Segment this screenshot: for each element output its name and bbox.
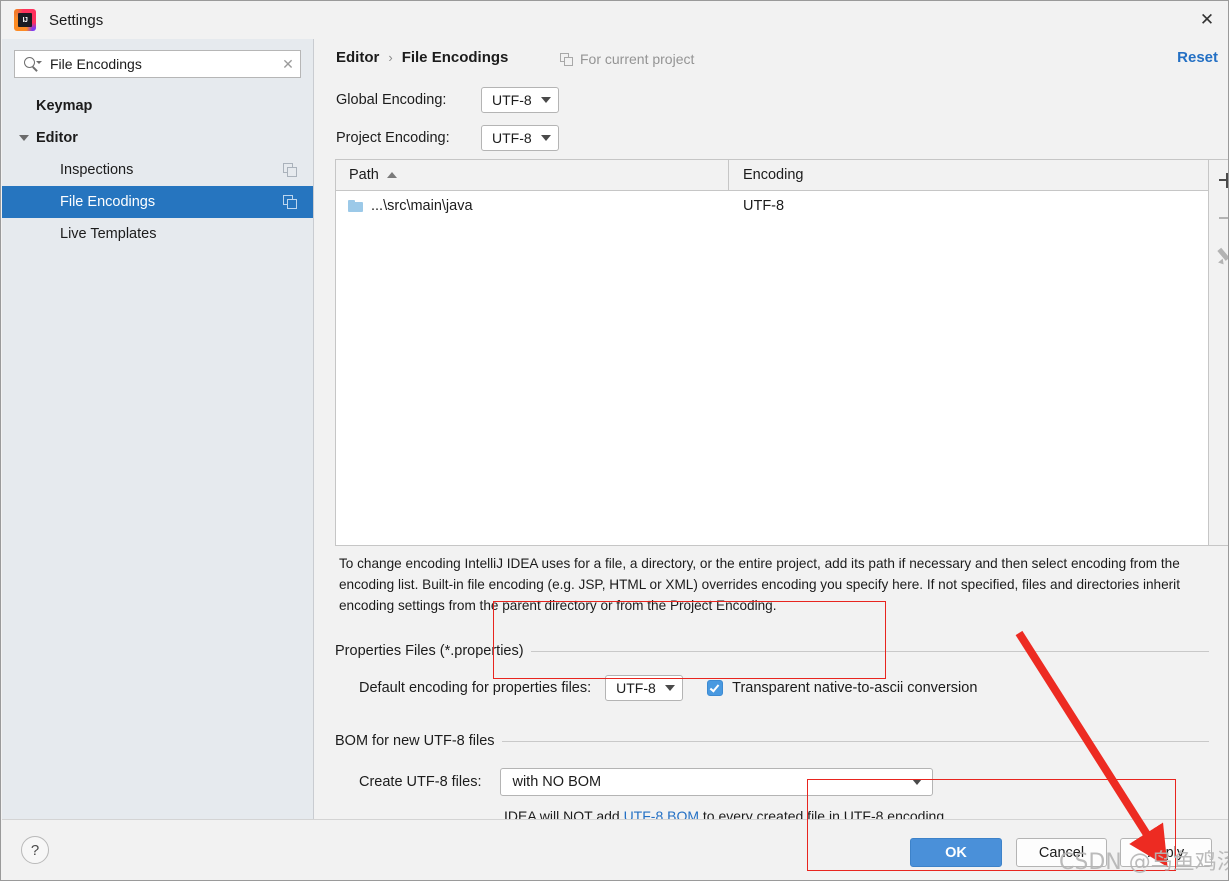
column-header-label: Path xyxy=(349,167,379,183)
global-encoding-value: UTF-8 xyxy=(492,92,532,108)
settings-tree: Keymap Editor Inspections File Encodings… xyxy=(2,90,313,250)
project-scope-icon xyxy=(560,53,573,66)
sidebar-item-file-encodings[interactable]: File Encodings xyxy=(2,186,313,218)
global-encoding-label: Global Encoding: xyxy=(336,92,481,108)
default-properties-encoding-row: Default encoding for properties files: U… xyxy=(359,675,977,701)
encodings-help-text: To change encoding IntelliJ IDEA uses fo… xyxy=(339,553,1219,616)
properties-files-group-divider xyxy=(531,651,1209,652)
project-scope-icon xyxy=(283,163,297,177)
chevron-down-icon xyxy=(665,685,675,691)
sidebar-item-label: Live Templates xyxy=(60,226,156,242)
intellij-idea-logo-icon xyxy=(14,9,36,31)
create-utf8-files-label: Create UTF-8 files: xyxy=(359,774,481,790)
column-header-encoding[interactable]: Encoding xyxy=(729,167,803,183)
clear-search-icon[interactable]: ✕ xyxy=(276,56,300,73)
bom-group-divider xyxy=(487,741,1209,742)
sidebar-item-label: Keymap xyxy=(36,98,92,114)
sidebar-item-keymap[interactable]: Keymap xyxy=(2,90,313,122)
properties-files-group-title: Properties Files (*.properties) xyxy=(335,643,531,659)
bom-mode-value: with NO BOM xyxy=(512,774,601,790)
sidebar-item-editor[interactable]: Editor xyxy=(2,122,313,154)
sidebar-item-live-templates[interactable]: Live Templates xyxy=(2,218,313,250)
sidebar-item-label: Editor xyxy=(36,130,78,146)
sidebar-item-label: File Encodings xyxy=(60,194,155,210)
properties-encoding-select[interactable]: UTF-8 xyxy=(605,675,683,701)
search-field[interactable]: ✕ xyxy=(14,50,301,78)
for-current-project-badge: For current project xyxy=(560,51,694,67)
project-encoding-value: UTF-8 xyxy=(492,130,532,146)
table-cell-path-value: ...\src\main\java xyxy=(371,198,473,214)
transparent-conversion-checkbox[interactable] xyxy=(707,680,723,696)
bom-mode-select[interactable]: with NO BOM xyxy=(500,768,933,796)
minus-icon[interactable] xyxy=(1213,204,1229,232)
breadcrumb-current: File Encodings xyxy=(402,49,509,66)
table-cell-encoding[interactable]: UTF-8 xyxy=(729,198,784,214)
breadcrumb: Editor › File Encodings xyxy=(336,49,508,66)
global-encoding-select[interactable]: UTF-8 xyxy=(481,87,559,113)
column-header-path[interactable]: Path xyxy=(336,160,729,190)
breadcrumb-parent[interactable]: Editor xyxy=(336,49,379,66)
table-cell-path: ...\src\main\java xyxy=(336,198,729,214)
dialog-footer: ? OK Cancel Apply xyxy=(2,819,1228,880)
table-toolbar xyxy=(1209,159,1229,546)
table-row[interactable]: ...\src\main\java UTF-8 xyxy=(336,191,1208,221)
table-header-row: Path Encoding xyxy=(336,160,1208,191)
transparent-conversion-label: Transparent native-to-ascii conversion xyxy=(732,680,977,696)
breadcrumb-separator-icon: › xyxy=(388,50,392,65)
pencil-icon[interactable] xyxy=(1213,242,1229,270)
settings-content-panel: Editor › File Encodings For current proj… xyxy=(315,39,1229,819)
properties-encoding-value: UTF-8 xyxy=(616,680,656,696)
global-encoding-row: Global Encoding: UTF-8 xyxy=(336,87,559,113)
encodings-table: Path Encoding ...\src\main\java UTF-8 xyxy=(335,159,1209,546)
chevron-down-icon xyxy=(541,135,551,141)
project-encoding-row: Project Encoding: UTF-8 xyxy=(336,125,559,151)
bom-group-title: BOM for new UTF-8 files xyxy=(335,733,502,749)
column-header-label: Encoding xyxy=(743,167,803,183)
for-current-project-label: For current project xyxy=(580,51,694,67)
title-bar: Settings ✕ xyxy=(1,1,1229,39)
close-icon[interactable]: ✕ xyxy=(1184,1,1229,38)
sidebar-item-label: Inspections xyxy=(60,162,133,178)
sidebar-item-inspections[interactable]: Inspections xyxy=(2,154,313,186)
search-input[interactable] xyxy=(50,56,276,72)
create-utf8-files-row: Create UTF-8 files: with NO BOM xyxy=(359,768,933,796)
project-encoding-select[interactable]: UTF-8 xyxy=(481,125,559,151)
chevron-down-icon[interactable] xyxy=(16,135,32,141)
question-mark-icon[interactable]: ? xyxy=(21,836,49,864)
sort-ascending-icon xyxy=(387,172,397,178)
window-title: Settings xyxy=(49,12,103,29)
chevron-down-icon xyxy=(541,97,551,103)
csdn-watermark: CSDN @鸟鱼鸡汤 xyxy=(1059,844,1229,876)
settings-dialog: Settings ✕ ✕ Keymap Editor Inspections xyxy=(0,0,1229,881)
ok-button[interactable]: OK xyxy=(910,838,1002,867)
project-encoding-label: Project Encoding: xyxy=(336,130,481,146)
settings-sidebar: ✕ Keymap Editor Inspections File Encodin… xyxy=(2,39,314,819)
reset-link[interactable]: Reset xyxy=(1177,49,1218,66)
plus-icon[interactable] xyxy=(1213,166,1229,194)
check-icon xyxy=(710,682,720,692)
folder-icon xyxy=(348,200,363,212)
project-scope-icon xyxy=(283,195,297,209)
chevron-down-icon xyxy=(912,779,922,785)
search-icon xyxy=(24,56,41,73)
default-properties-encoding-label: Default encoding for properties files: xyxy=(359,680,591,696)
